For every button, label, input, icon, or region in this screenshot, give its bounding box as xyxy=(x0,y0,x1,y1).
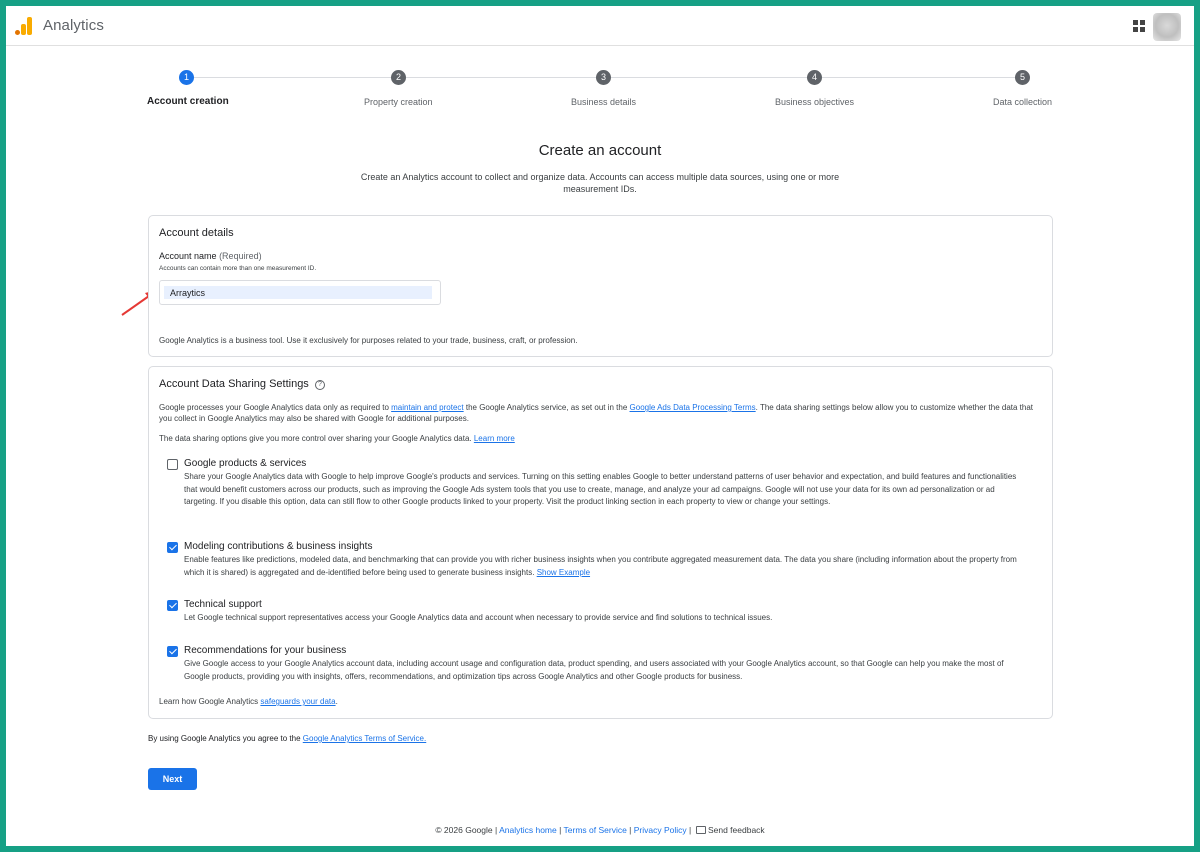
analytics-home-link[interactable]: Analytics home xyxy=(499,825,557,835)
page-title: Create an account xyxy=(538,142,662,159)
sharing-intro-paragraph: Google processes your Google Analytics d… xyxy=(159,403,1034,423)
ads-processing-terms-link[interactable]: Google Ads Data Processing Terms xyxy=(630,403,756,412)
maintain-protect-link[interactable]: maintain and protect xyxy=(391,403,464,412)
account-name-hint: Accounts can contain more than one measu… xyxy=(159,265,317,272)
required-marker: (Required) xyxy=(219,251,262,261)
business-tool-note: Google Analytics is a business tool. Use… xyxy=(159,336,578,345)
technical-support-checkbox[interactable] xyxy=(167,600,178,611)
option-desc-recommendations: Give Google access to your Google Analyt… xyxy=(184,659,1004,681)
option-desc-modeling: Enable features like predictions, modele… xyxy=(184,555,1017,577)
footer: © 2026 Google | Analytics home | Terms o… xyxy=(435,825,765,835)
learn-more-link[interactable]: Learn more xyxy=(474,434,515,443)
setup-stepper: 1 2 3 4 5 Account creation Property crea… xyxy=(6,6,1194,116)
option-title-google-products: Google products & services xyxy=(184,458,307,469)
help-icon[interactable]: ? xyxy=(315,380,325,390)
step-1-indicator: 1 xyxy=(179,70,194,85)
account-details-card: Account details Account name (Required) … xyxy=(148,215,1053,357)
account-name-label: Account name (Required) xyxy=(159,251,262,261)
option-desc-google-products: Share your Google Analytics data with Go… xyxy=(184,472,1017,506)
send-feedback-link[interactable]: Send feedback xyxy=(708,825,765,835)
option-desc-technical-support: Let Google technical support representat… xyxy=(184,613,773,622)
recommendations-checkbox[interactable] xyxy=(167,646,178,657)
step-label-business-objectives: Business objectives xyxy=(775,97,855,107)
step-label-data-collection: Data collection xyxy=(993,97,1053,107)
safeguards-link[interactable]: safeguards your data xyxy=(260,697,335,706)
app-window: Analytics 1 2 3 4 5 Account creation Pro… xyxy=(6,6,1194,846)
sharing-options-paragraph: The data sharing options give you more c… xyxy=(159,434,515,443)
account-details-title: Account details xyxy=(159,227,234,239)
account-name-field[interactable] xyxy=(159,280,441,305)
page-subtitle: Create an Analytics account to collect a… xyxy=(360,172,840,194)
step-5-indicator: 5 xyxy=(1015,70,1030,85)
data-sharing-title: Account Data Sharing Settings xyxy=(159,378,309,390)
data-sharing-card: Account Data Sharing Settings ? Google p… xyxy=(148,366,1053,719)
google-products-checkbox[interactable] xyxy=(167,459,178,470)
account-name-label-text: Account name xyxy=(159,251,217,261)
step-label-account-creation: Account creation xyxy=(147,96,229,107)
step-label-property-creation: Property creation xyxy=(364,97,433,107)
account-name-input[interactable] xyxy=(164,286,432,299)
next-button[interactable]: Next xyxy=(148,768,197,790)
step-4-indicator: 4 xyxy=(807,70,822,85)
footer-terms-link[interactable]: Terms of Service xyxy=(564,825,627,835)
option-title-recommendations: Recommendations for your business xyxy=(184,645,347,656)
terms-of-service-link[interactable]: Google Analytics Terms of Service. xyxy=(303,734,426,743)
modeling-contributions-checkbox[interactable] xyxy=(167,542,178,553)
privacy-policy-link[interactable]: Privacy Policy xyxy=(634,825,687,835)
option-title-modeling: Modeling contributions & business insigh… xyxy=(184,541,373,552)
terms-agreement-text: By using Google Analytics you agree to t… xyxy=(148,734,427,743)
feedback-icon[interactable] xyxy=(695,826,706,834)
option-title-technical-support: Technical support xyxy=(184,599,262,610)
step-3-indicator: 3 xyxy=(596,70,611,85)
step-2-indicator: 2 xyxy=(391,70,406,85)
show-example-link[interactable]: Show Example xyxy=(537,568,590,577)
step-label-business-details: Business details xyxy=(571,97,637,107)
safeguards-text: Learn how Google Analytics safeguards yo… xyxy=(159,697,338,706)
copyright-text: © 2026 Google xyxy=(435,825,493,835)
